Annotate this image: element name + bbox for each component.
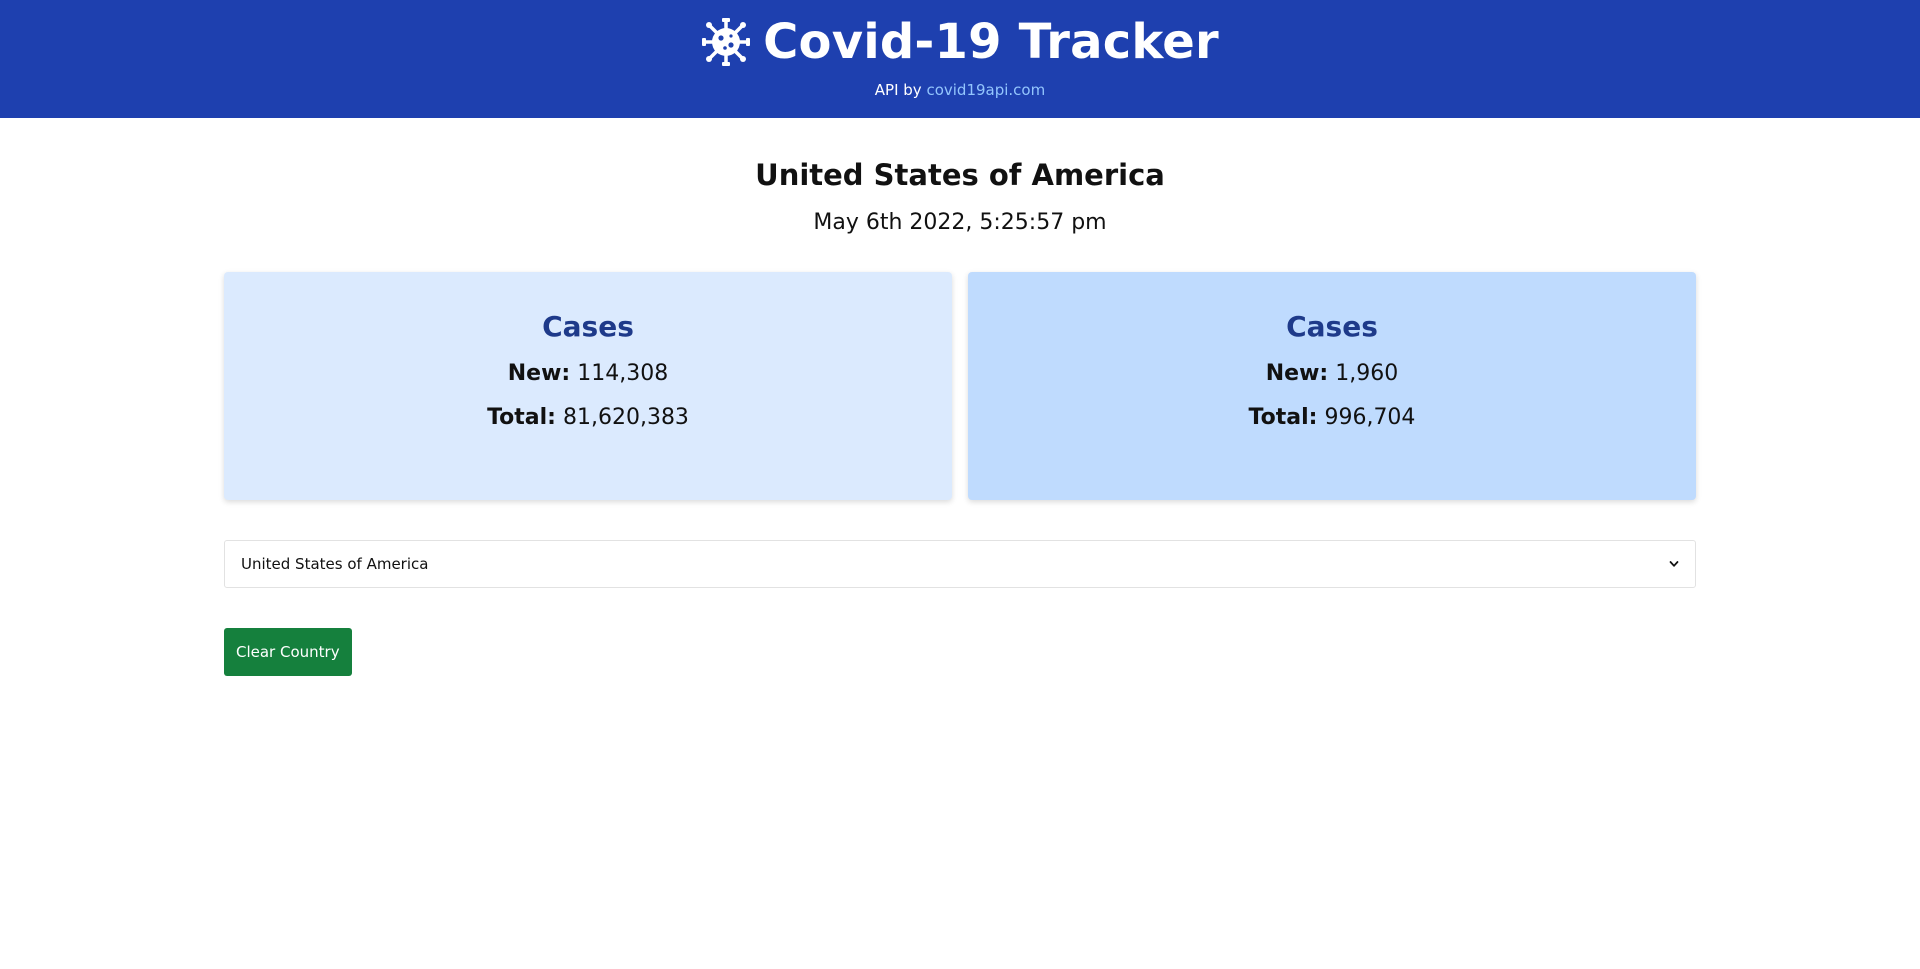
main-content: United States of America May 6th 2022, 5…	[224, 118, 1696, 676]
new-value: 114,308	[577, 361, 669, 386]
new-stat: New: 114,308	[224, 360, 952, 388]
country-select-wrapper: United States of America	[224, 540, 1696, 588]
clear-country-button[interactable]: Clear Country	[224, 628, 352, 676]
country-select-value: United States of America	[241, 555, 429, 573]
stats-card-left: Cases New: 114,308 Total: 81,620,383	[224, 272, 952, 500]
new-label: New:	[507, 361, 571, 386]
stats-card-right: Cases New: 1,960 Total: 996,704	[968, 272, 1696, 500]
country-title: United States of America	[755, 158, 1165, 192]
app-title: Covid-19 Tracker	[763, 14, 1219, 70]
total-label: Total:	[1248, 405, 1318, 430]
api-credit-prefix: API by	[874, 81, 922, 99]
stats-cards: Cases New: 114,308 Total: 81,620,383 Cas…	[224, 272, 1696, 500]
total-label: Total:	[487, 405, 556, 430]
virus-icon	[702, 18, 751, 66]
app-header: Covid-19 Tracker API by covid19api.com	[0, 0, 1920, 118]
total-value: 81,620,383	[562, 405, 689, 430]
new-value: 1,960	[1335, 361, 1399, 386]
button-row: Clear Country	[224, 628, 1696, 676]
total-value: 996,704	[1324, 405, 1416, 430]
new-label: New:	[1265, 361, 1329, 386]
card-title: Cases	[1286, 310, 1378, 343]
total-stat: Total: 996,704	[968, 404, 1696, 432]
card-title: Cases	[542, 310, 634, 343]
timestamp: May 6th 2022, 5:25:57 pm	[813, 210, 1107, 235]
api-link[interactable]: covid19api.com	[926, 81, 1045, 99]
api-credit: API by covid19api.com	[0, 80, 1920, 100]
total-stat: Total: 81,620,383	[224, 404, 952, 432]
chevron-down-icon	[1669, 561, 1679, 567]
brand: Covid-19 Tracker	[0, 10, 1920, 74]
new-stat: New: 1,960	[968, 360, 1696, 388]
country-select[interactable]: United States of America	[224, 540, 1696, 588]
